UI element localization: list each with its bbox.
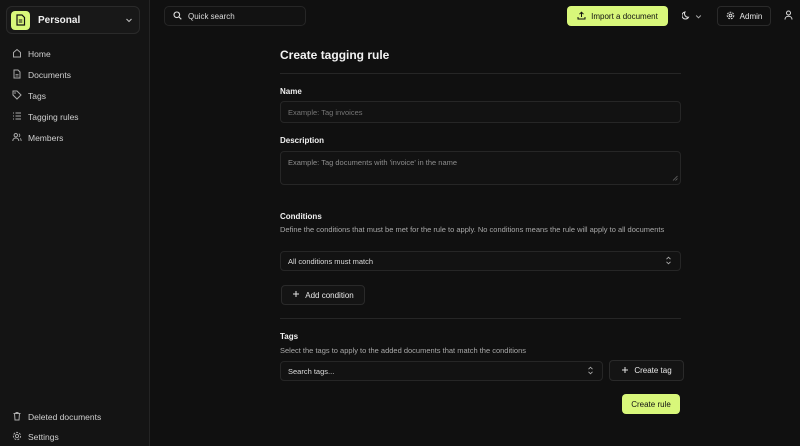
plus-icon xyxy=(292,290,305,300)
chevrons-up-down-icon xyxy=(665,256,672,267)
settings-icon xyxy=(12,431,28,443)
sidebar-item-members[interactable]: Members xyxy=(12,131,63,145)
description-label: Description xyxy=(280,136,325,145)
conditions-help: Define the conditions that must be met f… xyxy=(280,225,665,234)
create-tag-label: Create tag xyxy=(634,366,672,375)
tags-help: Select the tags to apply to the added do… xyxy=(280,346,526,355)
user-menu-button[interactable] xyxy=(778,6,798,26)
chevron-down-icon xyxy=(695,7,702,25)
sidebar-item-label: Tags xyxy=(28,91,46,101)
sidebar-item-documents[interactable]: Documents xyxy=(12,68,71,82)
sidebar-item-home[interactable]: Home xyxy=(12,47,51,61)
sidebar: Personal Home Documents Tags Tagging rul… xyxy=(0,0,150,446)
sidebar-item-label: Tagging rules xyxy=(28,112,79,122)
sidebar-item-deleted-documents[interactable]: Deleted documents xyxy=(12,410,101,424)
create-rule-button[interactable]: Create rule xyxy=(622,394,680,414)
file-text-icon xyxy=(11,10,30,30)
create-rule-label: Create rule xyxy=(631,399,671,409)
home-icon xyxy=(12,48,28,60)
list-icon xyxy=(12,111,28,123)
sidebar-item-label: Deleted documents xyxy=(28,412,102,422)
chevrons-up-down-icon xyxy=(587,366,594,377)
tags-label: Tags xyxy=(280,332,299,341)
condition-match-select[interactable]: All conditions must match xyxy=(280,251,681,271)
document-icon xyxy=(12,69,28,81)
add-condition-label: Add condition xyxy=(305,290,354,300)
tags-search-placeholder: Search tags... xyxy=(288,366,335,376)
condition-match-value: All conditions must match xyxy=(288,256,374,266)
workspace-switcher[interactable]: Personal xyxy=(6,6,140,34)
sidebar-item-label: Documents xyxy=(28,70,71,80)
description-textarea[interactable]: Example: Tag documents with 'invoice' in… xyxy=(280,151,681,185)
tags-search-combobox[interactable]: Search tags... xyxy=(280,361,603,381)
create-tag-button[interactable]: Create tag xyxy=(609,360,684,381)
sidebar-item-tagging-rules[interactable]: Tagging rules xyxy=(12,110,79,124)
trash-icon xyxy=(12,411,28,423)
name-label: Name xyxy=(280,87,302,96)
sidebar-item-settings[interactable]: Settings xyxy=(12,430,59,444)
quick-search-button[interactable]: Quick search xyxy=(164,6,306,26)
divider xyxy=(280,318,681,319)
chevron-down-icon xyxy=(125,11,133,29)
search-icon xyxy=(173,10,188,22)
moon-icon xyxy=(681,7,691,25)
theme-toggle[interactable] xyxy=(676,6,708,26)
description-placeholder: Example: Tag documents with 'invoice' in… xyxy=(288,158,458,167)
admin-button[interactable]: Admin xyxy=(717,6,771,26)
upload-icon xyxy=(577,10,591,22)
resize-handle-icon[interactable] xyxy=(672,174,678,183)
name-input[interactable] xyxy=(280,101,681,123)
user-icon xyxy=(784,7,793,25)
quick-search-label: Quick search xyxy=(188,11,235,21)
divider xyxy=(280,73,681,74)
page-title: Create tagging rule xyxy=(280,48,390,62)
sidebar-item-label: Settings xyxy=(28,432,59,442)
import-document-button[interactable]: Import a document xyxy=(567,6,668,26)
workspace-name: Personal xyxy=(38,14,81,26)
users-icon xyxy=(12,132,28,144)
add-condition-button[interactable]: Add condition xyxy=(281,285,365,305)
conditions-label: Conditions xyxy=(280,212,322,221)
admin-label: Admin xyxy=(739,11,763,21)
sidebar-item-label: Members xyxy=(28,133,64,143)
plus-icon xyxy=(621,366,634,376)
gear-icon xyxy=(726,11,740,22)
sidebar-item-tags[interactable]: Tags xyxy=(12,89,46,103)
import-document-label: Import a document xyxy=(591,11,658,21)
tag-icon xyxy=(12,90,28,102)
sidebar-item-label: Home xyxy=(28,49,51,59)
